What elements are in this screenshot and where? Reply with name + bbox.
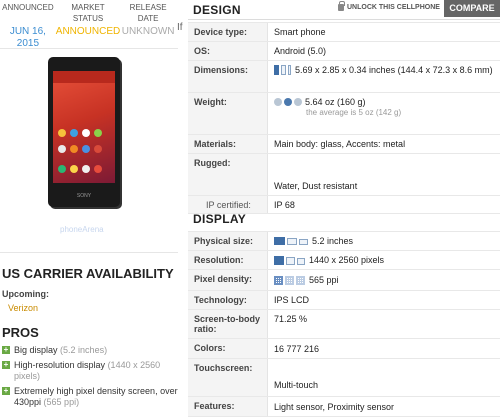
upcoming-label: Upcoming: [2, 289, 49, 299]
specs-column: DESIGN UNLOCK THIS CELLPHONE COMPARE Dev… [188, 0, 500, 420]
unlock-button[interactable]: UNLOCK THIS CELLPHONE [338, 1, 440, 11]
pros-list: + Big display (5.2 inches) + High-resoluti… [2, 345, 184, 412]
unlock-label: UNLOCK THIS CELLPHONE [347, 4, 440, 11]
release-date-header: RELEASE DATE [129, 3, 167, 23]
screen-size-icon [274, 237, 308, 245]
release-date-column: RELEASE DATE UNKNOWN [120, 2, 176, 50]
app-icon-row [58, 129, 102, 137]
app-icon-row [58, 145, 102, 153]
table-row: Resolution: 1440 x 2560 pixels [188, 251, 500, 270]
table-row: Weight: 5.64 oz (160 g) the average is 5… [188, 93, 500, 135]
design-table: Device type: Smart phone OS: Android (5.… [188, 22, 500, 214]
table-row: Materials: Main body: glass, Accents: me… [188, 135, 500, 154]
app-icon-row [58, 165, 102, 173]
display-section-title: DISPLAY [193, 212, 247, 226]
table-row: Touchscreen: Multi-touch [188, 359, 500, 397]
stray-text: If [177, 22, 183, 33]
market-status-value: ANNOUNCED [55, 26, 121, 37]
plus-icon: + [2, 386, 10, 395]
table-row: Physical size: 5.2 inches [188, 232, 500, 251]
table-row: Pixel density: 565 ppi [188, 270, 500, 291]
carrier-title: US CARRIER AVAILABILITY [2, 266, 174, 281]
table-row: Features: Light sensor, Proximity sensor [188, 397, 500, 417]
upcoming-carrier-link[interactable]: Verizon [2, 299, 49, 317]
phone-brand-label: SONY [76, 193, 92, 199]
specs-toolbar: DESIGN UNLOCK THIS CELLPHONE COMPARE [188, 0, 500, 20]
watermark: phoneArena [60, 225, 104, 234]
announced-value: JUN 16, 2015 [9, 26, 46, 49]
dimensions-icon [274, 65, 291, 75]
plus-icon: + [2, 360, 10, 369]
resolution-icon [274, 255, 305, 265]
list-item: + High-resolution display (1440 x 2560 pi… [2, 360, 161, 381]
table-row: Device type: Smart phone [188, 23, 500, 42]
weight-icon [274, 98, 302, 106]
announced-column: ANNOUNCED JUN 16, 2015 [0, 2, 56, 50]
phone-photo[interactable]: SONY phoneArena [0, 48, 178, 253]
table-row: OS: Android (5.0) [188, 42, 500, 61]
display-table: Physical size: 5.2 inches Resolution: 14… [188, 231, 500, 417]
design-section-title: DESIGN [193, 3, 241, 17]
compare-button[interactable]: COMPARE [444, 0, 500, 17]
market-status-column: MARKET STATUS ANNOUNCED [56, 2, 120, 50]
status-table: ANNOUNCED JUN 16, 2015 MARKET STATUS ANN… [0, 2, 176, 50]
table-row: Colors: 16 777 216 [188, 339, 500, 359]
pixel-density-icon [274, 275, 305, 285]
left-column: ANNOUNCED JUN 16, 2015 MARKET STATUS ANN… [0, 0, 186, 420]
carrier-upcoming: Upcoming: Verizon [2, 289, 49, 317]
table-row: Technology: IPS LCD [188, 291, 500, 310]
phone-status-bar [53, 71, 115, 83]
table-row: Screen-to-body ratio: 71.25 % [188, 310, 500, 339]
list-item: + Big display (5.2 inches) [2, 345, 108, 355]
lock-icon [338, 1, 345, 11]
list-item: + Extremely high pixel density screen, ov… [2, 386, 178, 407]
market-status-header: MARKET STATUS [71, 3, 105, 23]
phone-image: SONY [48, 57, 120, 207]
plus-icon: + [2, 345, 10, 354]
table-row: Rugged: Water, Dust resistant [188, 154, 500, 196]
announced-header: ANNOUNCED [2, 3, 54, 12]
table-row: Dimensions: 5.69 x 2.85 x 0.34 inches (1… [188, 61, 500, 93]
pros-title: PROS [2, 325, 39, 340]
release-date-value: UNKNOWN [121, 26, 175, 37]
phone-screen [53, 71, 115, 183]
